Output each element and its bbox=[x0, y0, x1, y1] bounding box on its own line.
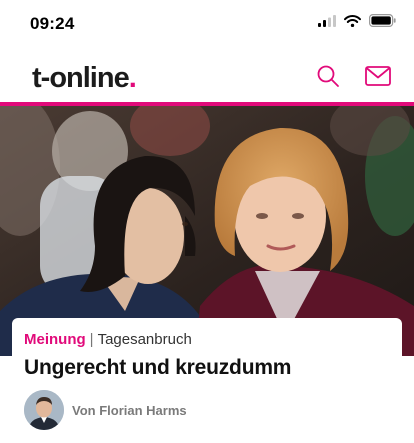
search-icon bbox=[316, 64, 340, 93]
author-byline[interactable]: Von Florian Harms bbox=[24, 390, 187, 430]
search-button[interactable] bbox=[314, 64, 342, 92]
app-screen: 09:24 t-online. Meinung | Tagesanbruch U… bbox=[0, 0, 414, 443]
kicker-section: Tagesanbruch bbox=[97, 331, 192, 348]
signal-icon bbox=[318, 14, 336, 32]
app-header: t-online. bbox=[0, 48, 414, 102]
kicker-category: Meinung bbox=[24, 331, 86, 348]
status-bar: 09:24 bbox=[0, 0, 414, 48]
status-icons bbox=[318, 14, 396, 32]
author-avatar bbox=[24, 390, 64, 430]
wifi-icon bbox=[344, 14, 361, 32]
article-headline[interactable]: Ungerecht und kreuzdumm bbox=[24, 356, 291, 380]
mail-icon bbox=[365, 65, 391, 91]
article-teaser-card[interactable]: Meinung | Tagesanbruch Ungerecht und kreuz… bbox=[12, 318, 402, 443]
kicker-separator: | bbox=[89, 331, 94, 348]
logo-text: t-online bbox=[32, 62, 130, 94]
logo-dot: . bbox=[128, 62, 137, 94]
article-kicker: Meinung | Tagesanbruch bbox=[24, 331, 192, 348]
battery-icon bbox=[369, 14, 396, 32]
t-online-logo[interactable]: t-online. bbox=[32, 62, 137, 95]
author-name: Von Florian Harms bbox=[72, 402, 187, 418]
mail-button[interactable] bbox=[364, 64, 392, 92]
status-time: 09:24 bbox=[30, 14, 75, 33]
